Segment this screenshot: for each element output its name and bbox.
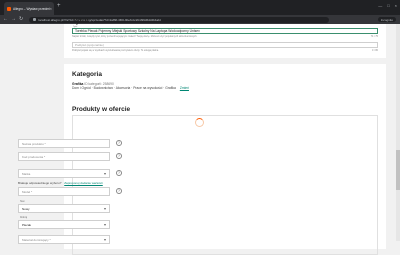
condition-label: Stan: [20, 201, 25, 203]
address-row: ← → ↻ localhost.allegro.pl/?/a?ACPFsoAwu…: [0, 15, 400, 24]
forward-icon[interactable]: →: [11, 17, 16, 22]
browser-tab[interactable]: Allegro – Wystaw przedmiot ×: [4, 2, 54, 15]
manufacturer-code-field[interactable]: Kod producenta *: [18, 152, 110, 161]
title-counter: 74 / 75: [370, 35, 378, 38]
product-name-placeholder: Nazwa produktu *: [22, 141, 46, 146]
loading-spinner-icon: [195, 118, 204, 127]
allegro-favicon-icon: [7, 6, 11, 11]
profile-label: Incognito: [380, 17, 393, 22]
subtitle-input[interactable]: Podtytuł (opcjonalnie): [72, 42, 378, 48]
manufacturer-code-help-icon[interactable]: ?: [116, 153, 122, 159]
back-icon[interactable]: ←: [3, 17, 8, 22]
condition-select[interactable]: Nowy: [18, 204, 110, 213]
condition-value: Nowy: [22, 206, 30, 211]
suggest-value-link[interactable]: Zaproponuj dodanie wartości: [64, 181, 103, 185]
lock-icon: [33, 18, 37, 21]
material-select[interactable]: Materiał dominujący *: [18, 235, 110, 244]
type-select[interactable]: Plecak: [18, 220, 110, 229]
product-name-field[interactable]: Nazwa produktu *: [18, 139, 110, 148]
model-placeholder: Model *: [22, 189, 33, 194]
category-heading: Kategoria: [72, 71, 102, 78]
title-card: Tytuł Tytuł Torebka Plecak Pojemny Miejs…: [64, 18, 386, 58]
manufacturer-code-placeholder: Kod producenta *: [22, 154, 46, 159]
window-controls: — □ ×: [378, 3, 397, 8]
maximize-icon[interactable]: □: [387, 3, 389, 8]
model-help-icon[interactable]: ?: [116, 188, 122, 194]
title-hint: Napisz krótki, zwięzły tytuł, który pozw…: [72, 35, 198, 38]
reload-icon[interactable]: ↻: [19, 17, 23, 22]
title-input[interactable]: Torebka Plecak Pojemny Miejski Sportowy …: [72, 28, 378, 34]
products-heading: Produkty w ofercie: [72, 106, 131, 113]
missing-value-note: Brakuje odpowiedniego wyboru? Zaproponuj…: [18, 181, 258, 185]
close-window-icon[interactable]: ×: [395, 3, 397, 8]
title-heading: Tytuł: [72, 18, 89, 25]
tab-close-icon[interactable]: ×: [50, 6, 52, 11]
model-field[interactable]: Model *: [18, 187, 110, 196]
change-category-link[interactable]: Zmień: [180, 86, 189, 90]
category-path-row: Dom i Ogród · Budownictwo · Akcesoria · …: [72, 86, 189, 90]
title-input-value: Torebka Plecak Pojemny Miejski Sportowy …: [75, 29, 200, 33]
scrollbar-thumb[interactable]: [396, 150, 400, 190]
products-card: Produkty w ofercie: [64, 99, 386, 255]
products-inner-panel: [72, 115, 378, 255]
brand-help-icon[interactable]: ?: [116, 170, 122, 176]
type-label: Rodzaj: [20, 217, 28, 219]
browser-tab-strip: Allegro – Wystaw przedmiot × + — □ ×: [0, 0, 400, 15]
subtitle-hint: Podtytuł pojawi się w wynikach wyszukiwa…: [72, 49, 159, 52]
minimize-icon[interactable]: —: [378, 3, 382, 8]
subtitle-placeholder: Podtytuł (opcjonalnie): [75, 43, 104, 47]
page-viewport: Tytuł Tytuł Torebka Plecak Pojemny Miejs…: [0, 18, 400, 255]
url-text: localhost.allegro.pl/?/a?ACPFsoAwuing/sp…: [38, 17, 162, 22]
type-value: Plecak: [22, 222, 32, 227]
page-scrollbar[interactable]: [396, 24, 400, 241]
product-name-help-icon[interactable]: ?: [116, 140, 122, 146]
missing-value-text: Brakuje odpowiedniego wyboru?: [18, 181, 62, 185]
brand-select[interactable]: Marka: [18, 169, 110, 178]
category-path: Dom i Ogród · Budownictwo · Akcesoria · …: [72, 86, 176, 90]
browser-tab-title: Allegro – Wystaw przedmiot: [13, 6, 50, 11]
new-tab-button[interactable]: +: [57, 3, 61, 9]
profile-chip[interactable]: Incognito: [377, 17, 396, 22]
subtitle-counter: 0 / 80: [372, 49, 378, 52]
brand-placeholder: Marka: [22, 171, 31, 176]
